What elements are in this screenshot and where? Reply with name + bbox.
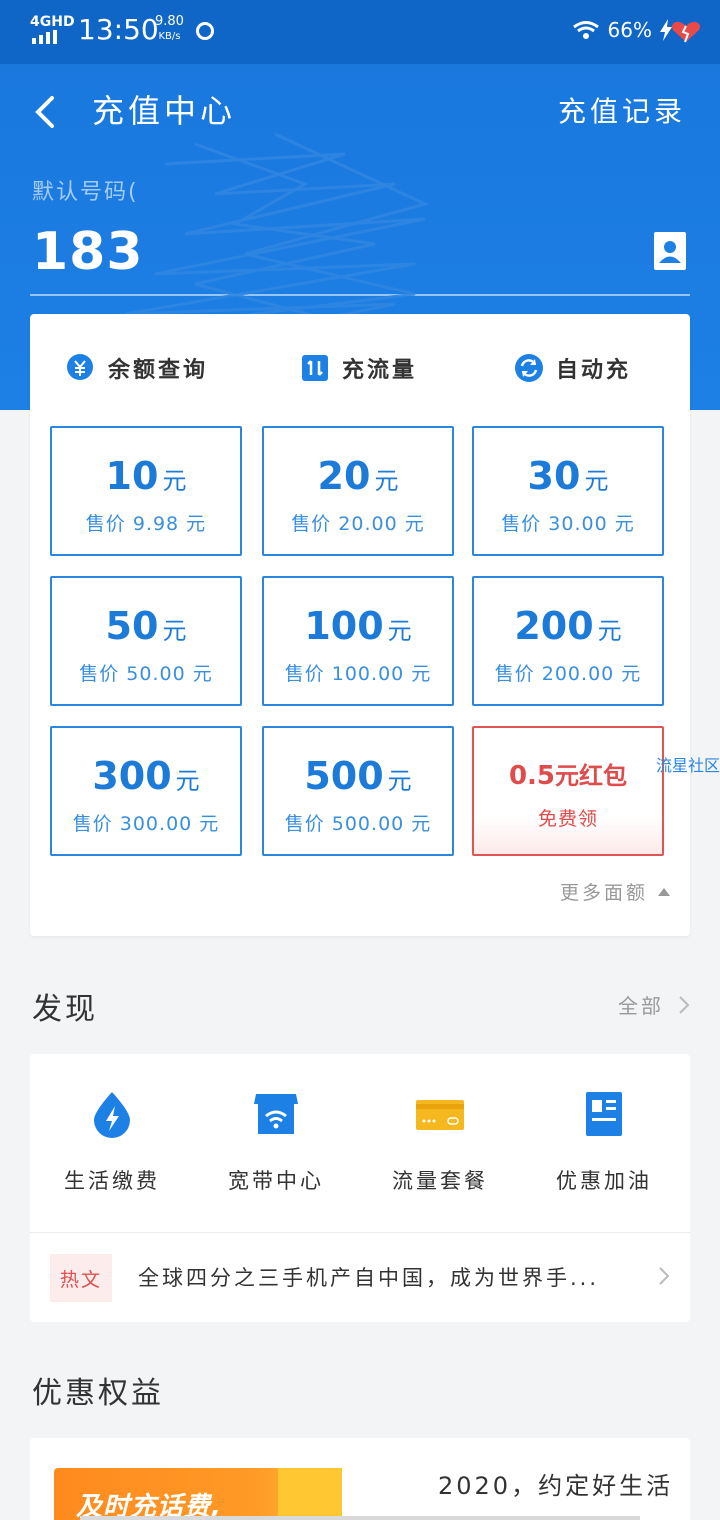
discover-item-broadband[interactable]: 宽带中心 xyxy=(194,1090,358,1195)
discover-item-label: 生活缴费 xyxy=(64,1169,160,1193)
notification-icon xyxy=(196,22,214,40)
card-icon xyxy=(416,1100,464,1130)
amount-price: 售价 500.00 元 xyxy=(284,813,432,835)
fuel-icon xyxy=(586,1092,622,1136)
more-amounts-toggle[interactable]: 更多面额 xyxy=(560,878,670,905)
amount-option-100[interactable]: 100 元 售价 100.00 元 xyxy=(262,576,454,706)
data-recharge-button[interactable]: 充流量 xyxy=(300,352,417,384)
divider xyxy=(30,1232,690,1233)
amount-value: 500 xyxy=(304,754,384,798)
amount-value: 50 xyxy=(105,604,159,648)
lightning-drop-icon xyxy=(94,1092,130,1138)
yuan-search-icon xyxy=(67,354,93,380)
red-packet-sub: 免费领 xyxy=(537,808,598,830)
speed-value: 9.80 xyxy=(155,14,184,29)
amount-unit: 元 xyxy=(597,617,622,645)
discover-item-fuel[interactable]: 优惠加油 xyxy=(522,1090,686,1195)
discover-item-data-plan[interactable]: 流量套餐 xyxy=(358,1090,522,1195)
news-headline-link[interactable]: 全球四分之三手机产自中国，成为世界手... xyxy=(138,1262,599,1292)
clock: 13:50 xyxy=(78,13,159,46)
amount-price: 售价 30.00 元 xyxy=(501,513,635,535)
battery-level: 66% xyxy=(607,18,652,42)
auto-recharge-button[interactable]: 自动充 xyxy=(514,352,631,384)
side-watermark-tag: 流星社区 xyxy=(656,756,720,775)
page-title: 充值中心 xyxy=(92,92,237,130)
amount-unit: 元 xyxy=(387,617,412,645)
phone-number-input[interactable]: 183 xyxy=(32,222,144,282)
amount-option-300[interactable]: 300 元 售价 300.00 元 xyxy=(50,726,242,856)
news-tag: 热文 xyxy=(50,1254,112,1302)
speed-unit: KB/s xyxy=(158,31,181,42)
balance-query-label: 余额查询 xyxy=(108,358,209,383)
red-packet-value: 0.5 xyxy=(508,761,556,791)
recharge-records-link[interactable]: 充值记录 xyxy=(558,90,686,130)
amount-price: 售价 300.00 元 xyxy=(72,813,220,835)
balance-query-button[interactable]: 余额查询 xyxy=(66,352,208,384)
back-icon[interactable] xyxy=(30,92,60,132)
amount-price: 售价 50.00 元 xyxy=(79,663,213,685)
amount-option-30[interactable]: 30 元 售价 30.00 元 xyxy=(472,426,664,556)
amount-value: 30 xyxy=(527,454,581,498)
banner-accent xyxy=(278,1468,342,1520)
amount-option-20[interactable]: 20 元 售价 20.00 元 xyxy=(262,426,454,556)
wifi-icon xyxy=(572,21,599,39)
refresh-icon xyxy=(515,354,543,382)
contact-icon xyxy=(659,241,681,263)
promo-banner-text: 及时充话费, xyxy=(76,1492,222,1520)
amount-unit: 元 xyxy=(387,767,412,795)
amount-value: 300 xyxy=(92,754,172,798)
amount-value: 10 xyxy=(105,454,159,498)
signal-icon xyxy=(32,30,57,44)
promo-subtext-line xyxy=(80,1516,640,1520)
promo-card[interactable]: 及时充话费, 2020，约定好生活 xyxy=(30,1438,690,1520)
amount-unit: 元 xyxy=(584,467,609,495)
amount-unit: 元 xyxy=(175,767,200,795)
amount-option-200[interactable]: 200 元 售价 200.00 元 xyxy=(472,576,664,706)
red-packet-text: 元红包 xyxy=(555,762,628,790)
promo-banner[interactable]: 及时充话费, xyxy=(54,1468,342,1520)
status-bar: 4GHD 13:50 9.80 KB/s 66% xyxy=(0,0,720,64)
battery-heart-icon xyxy=(672,21,700,43)
amount-value: 100 xyxy=(304,604,384,648)
benefits-title: 优惠权益 xyxy=(32,1376,164,1411)
promo-title: 2020，约定好生活 xyxy=(438,1472,674,1500)
amount-price: 售价 9.98 元 xyxy=(85,513,207,535)
amount-price: 售价 100.00 元 xyxy=(284,663,432,685)
network-speed: 9.80 KB/s xyxy=(155,14,184,44)
discover-item-label: 宽带中心 xyxy=(228,1169,324,1193)
chevron-right-icon xyxy=(679,995,690,1014)
discover-all-label: 全部 xyxy=(618,994,664,1018)
amount-option-10[interactable]: 10 元 售价 9.98 元 xyxy=(50,426,242,556)
wifi-store-icon xyxy=(254,1094,298,1134)
data-recharge-label: 充流量 xyxy=(342,358,418,383)
discover-item-life-payment[interactable]: 生活缴费 xyxy=(30,1090,194,1195)
amount-value: 20 xyxy=(317,454,371,498)
amount-unit: 元 xyxy=(162,467,187,495)
discover-item-label: 优惠加油 xyxy=(556,1169,652,1193)
amount-value: 200 xyxy=(514,604,594,648)
auto-recharge-label: 自动充 xyxy=(556,358,632,383)
discover-card: 生活缴费 宽带中心 流量套餐 优惠加油 热文 全球四分之三手机产自中国，成为世界… xyxy=(30,1054,690,1322)
phone-underline xyxy=(30,294,690,296)
phone-label: 默认号码( xyxy=(32,180,139,205)
amount-option-50[interactable]: 50 元 售价 50.00 元 xyxy=(50,576,242,706)
data-icon xyxy=(302,355,328,381)
contacts-button[interactable] xyxy=(654,232,686,270)
chevron-right-icon[interactable] xyxy=(658,1266,670,1286)
more-amounts-label: 更多面额 xyxy=(559,882,648,904)
amount-unit: 元 xyxy=(162,617,187,645)
red-packet-option[interactable]: 0.5元红包 免费领 xyxy=(472,726,664,856)
triangle-up-icon xyxy=(658,887,670,896)
amount-price: 售价 200.00 元 xyxy=(494,663,642,685)
recharge-card: 余额查询 充流量 自动充 10 元 售价 9.98 元 20 元 售价 20.00 … xyxy=(30,314,690,936)
amount-option-500[interactable]: 500 元 售价 500.00 元 xyxy=(262,726,454,856)
network-indicator: 4GHD xyxy=(30,14,75,30)
amount-unit: 元 xyxy=(374,467,399,495)
discover-item-label: 流量套餐 xyxy=(392,1169,488,1193)
discover-title: 发现 xyxy=(32,992,98,1027)
amount-price: 售价 20.00 元 xyxy=(291,513,425,535)
status-right: 66% xyxy=(572,18,672,42)
discover-all-link[interactable]: 全部 xyxy=(618,990,690,1019)
